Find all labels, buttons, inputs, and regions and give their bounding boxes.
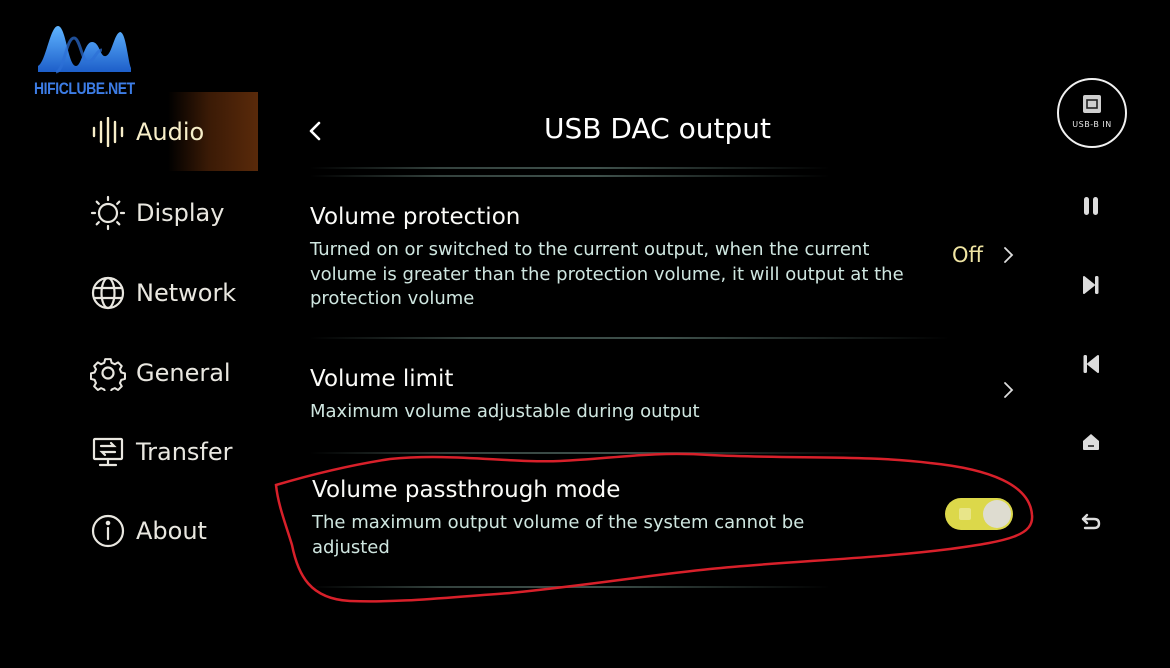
setting-title: Volume limit xyxy=(310,366,454,392)
pause-button[interactable] xyxy=(1077,192,1105,220)
sidebar-item-audio[interactable]: Audio xyxy=(90,112,204,152)
sidebar-item-label: Transfer xyxy=(136,438,233,466)
input-source-button[interactable]: USB-B IN xyxy=(1057,78,1127,148)
sun-icon xyxy=(90,195,126,231)
page-title: USB DAC output xyxy=(544,112,771,145)
setting-volume-limit[interactable]: Volume limit Maximum volume adjustable d… xyxy=(310,366,1030,425)
gear-icon xyxy=(90,355,126,391)
input-source-label: USB-B IN xyxy=(1072,120,1112,129)
setting-title: Volume protection xyxy=(310,204,521,230)
monitor-transfer-icon xyxy=(90,434,126,470)
sidebar-item-network[interactable]: Network xyxy=(90,273,236,313)
back-arrow-icon xyxy=(1081,513,1101,530)
sidebar-item-label: About xyxy=(136,517,207,545)
divider xyxy=(310,337,950,339)
chevron-right-icon[interactable] xyxy=(1000,244,1016,266)
sound-wave-icon xyxy=(90,114,126,150)
volume-protection-value: Off xyxy=(952,243,983,267)
back-button[interactable] xyxy=(300,115,330,147)
wave-logo-icon xyxy=(38,26,131,74)
chevron-right-icon[interactable] xyxy=(1000,379,1016,401)
info-icon xyxy=(90,513,126,549)
setting-description: Turned on or switched to the current out… xyxy=(310,239,904,309)
divider xyxy=(310,175,830,177)
sidebar-item-label: General xyxy=(136,359,231,387)
setting-volume-protection[interactable]: Volume protection Turned on or switched … xyxy=(310,204,1030,312)
sidebar-item-transfer[interactable]: Transfer xyxy=(90,432,233,472)
sidebar-item-about[interactable]: About xyxy=(90,511,207,551)
previous-track-button[interactable] xyxy=(1077,350,1105,378)
skip-next-icon xyxy=(1083,276,1099,294)
pause-icon xyxy=(1084,197,1098,215)
home-icon xyxy=(1083,434,1099,450)
sidebar-item-display[interactable]: Display xyxy=(90,193,224,233)
chevron-left-icon xyxy=(309,121,321,141)
sidebar-item-label: Display xyxy=(136,199,225,227)
back-nav-button[interactable] xyxy=(1077,507,1105,535)
next-track-button[interactable] xyxy=(1077,271,1105,299)
setting-description: Maximum volume adjustable during output xyxy=(310,401,700,422)
annotation-outline xyxy=(274,452,1034,603)
sidebar-item-label: Network xyxy=(136,279,237,307)
skip-previous-icon xyxy=(1083,355,1099,373)
home-button[interactable] xyxy=(1077,428,1105,456)
watermark-logo: HIFICLUBE.NET xyxy=(30,22,140,100)
usb-port-icon xyxy=(1083,95,1101,113)
watermark-text: HIFICLUBE.NET xyxy=(34,79,135,98)
globe-icon xyxy=(90,275,126,311)
sidebar-item-label: Audio xyxy=(136,118,205,146)
sidebar-item-general[interactable]: General xyxy=(90,353,231,393)
divider xyxy=(310,167,830,169)
